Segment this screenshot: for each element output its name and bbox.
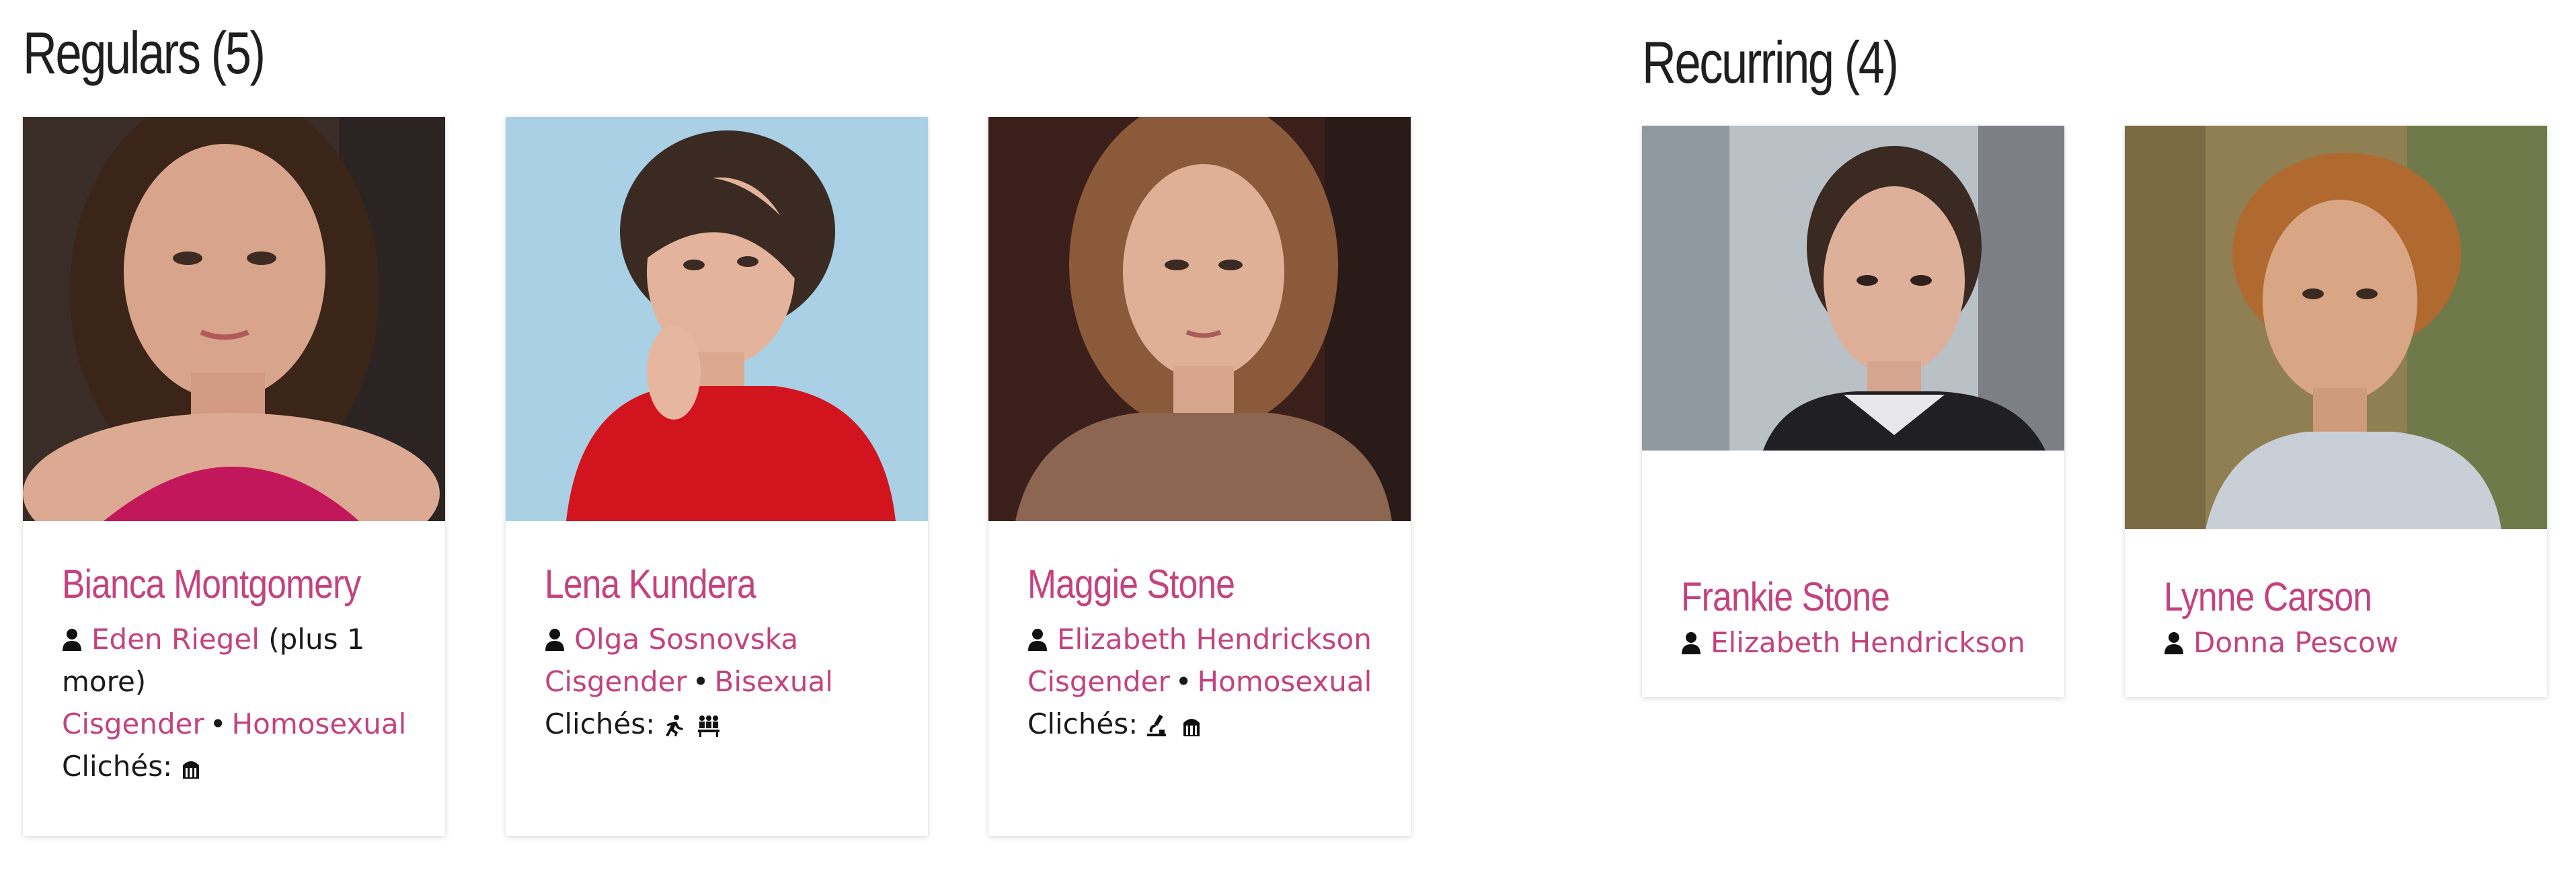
person-icon: [63, 629, 81, 651]
identity-line: Cisgender • Homosexual: [1027, 660, 1372, 703]
actor-link[interactable]: Elizabeth Hendrickson: [1711, 626, 2025, 659]
actor-line: Donna Pescow: [2164, 621, 2508, 664]
card-body: Maggie Stone Elizabeth Hendrickson Cisge…: [988, 521, 1411, 745]
cliches-label: Clichés:: [1027, 707, 1138, 740]
regulars-heading: Regulars (5): [23, 20, 266, 86]
character-name-link[interactable]: Lena Kundera: [545, 560, 841, 609]
gender-link[interactable]: Cisgender: [62, 707, 204, 740]
actor-extra-line: more): [62, 665, 147, 698]
character-card-frankie: Frankie Stone Elizabeth Hendrickson: [1642, 126, 2064, 697]
character-name-link[interactable]: Lynne Carson: [2164, 573, 2460, 621]
recurring-heading: Recurring (4): [1642, 29, 1899, 95]
character-name-link[interactable]: Maggie Stone: [1027, 560, 1323, 609]
running-person-icon[interactable]: [662, 713, 686, 738]
character-card-bianca: Bianca Montgomery Eden Riegel (plus 1 mo…: [23, 117, 445, 836]
actor-extra: (plus 1: [268, 623, 365, 656]
character-card-lynne: Lynne Carson Donna Pescow: [2125, 126, 2547, 697]
person-icon: [1028, 629, 1047, 651]
actor-line: Elizabeth Hendrickson: [1027, 618, 1372, 660]
separator: •: [1175, 665, 1192, 698]
sexuality-link[interactable]: Homosexual: [232, 707, 407, 740]
cliches-label: Clichés:: [62, 750, 173, 783]
group-icon[interactable]: [697, 713, 721, 738]
actor-link[interactable]: Olga Sosnovska: [574, 623, 798, 656]
character-photo[interactable]: [988, 117, 1411, 521]
actor-line: Olga Sosnovska: [545, 618, 889, 660]
character-photo[interactable]: [1642, 126, 2064, 451]
gender-link[interactable]: Cisgender: [1027, 665, 1170, 698]
card-body: Lynne Carson Donna Pescow: [2125, 529, 2547, 664]
cliches-line: Clichés:: [62, 745, 406, 787]
card-body: Lena Kundera Olga Sosnovska Cisgender • Bi…: [506, 521, 928, 745]
cliches-label: Clichés:: [545, 707, 656, 740]
character-photo[interactable]: [23, 117, 445, 521]
actor-link[interactable]: Donna Pescow: [2193, 626, 2398, 659]
actor-line: Eden Riegel (plus 1: [62, 618, 406, 660]
microscope-icon[interactable]: [1144, 713, 1169, 738]
jail-icon[interactable]: [179, 756, 203, 780]
sexuality-link[interactable]: Homosexual: [1198, 665, 1372, 698]
character-name-link[interactable]: Frankie Stone: [1681, 573, 1977, 621]
separator: •: [692, 665, 709, 698]
actor-line: Elizabeth Hendrickson: [1681, 621, 2025, 664]
cliches-line: Clichés:: [545, 703, 889, 745]
character-card-maggie: Maggie Stone Elizabeth Hendrickson Cisge…: [988, 117, 1411, 836]
character-card-lena: Lena Kundera Olga Sosnovska Cisgender • Bi…: [506, 117, 928, 836]
actor-link[interactable]: Elizabeth Hendrickson: [1057, 623, 1372, 656]
identity-line: Cisgender • Bisexual: [545, 660, 889, 703]
gender-link[interactable]: Cisgender: [545, 665, 687, 698]
cliches-line: Clichés:: [1027, 703, 1372, 745]
jail-icon[interactable]: [1179, 713, 1204, 738]
person-icon: [545, 629, 564, 651]
person-icon: [1682, 632, 1701, 654]
person-icon: [2164, 632, 2183, 654]
sexuality-link[interactable]: Bisexual: [715, 665, 833, 698]
identity-line: Cisgender • Homosexual: [62, 703, 406, 745]
card-body: Frankie Stone Elizabeth Hendrickson: [1642, 451, 2064, 664]
character-photo[interactable]: [2125, 126, 2547, 529]
character-photo[interactable]: [506, 117, 928, 521]
card-body: Bianca Montgomery Eden Riegel (plus 1 mo…: [23, 521, 445, 787]
actor-link[interactable]: Eden Riegel: [91, 623, 260, 656]
separator: •: [209, 707, 227, 740]
character-name-link[interactable]: Bianca Montgomery: [62, 560, 361, 609]
